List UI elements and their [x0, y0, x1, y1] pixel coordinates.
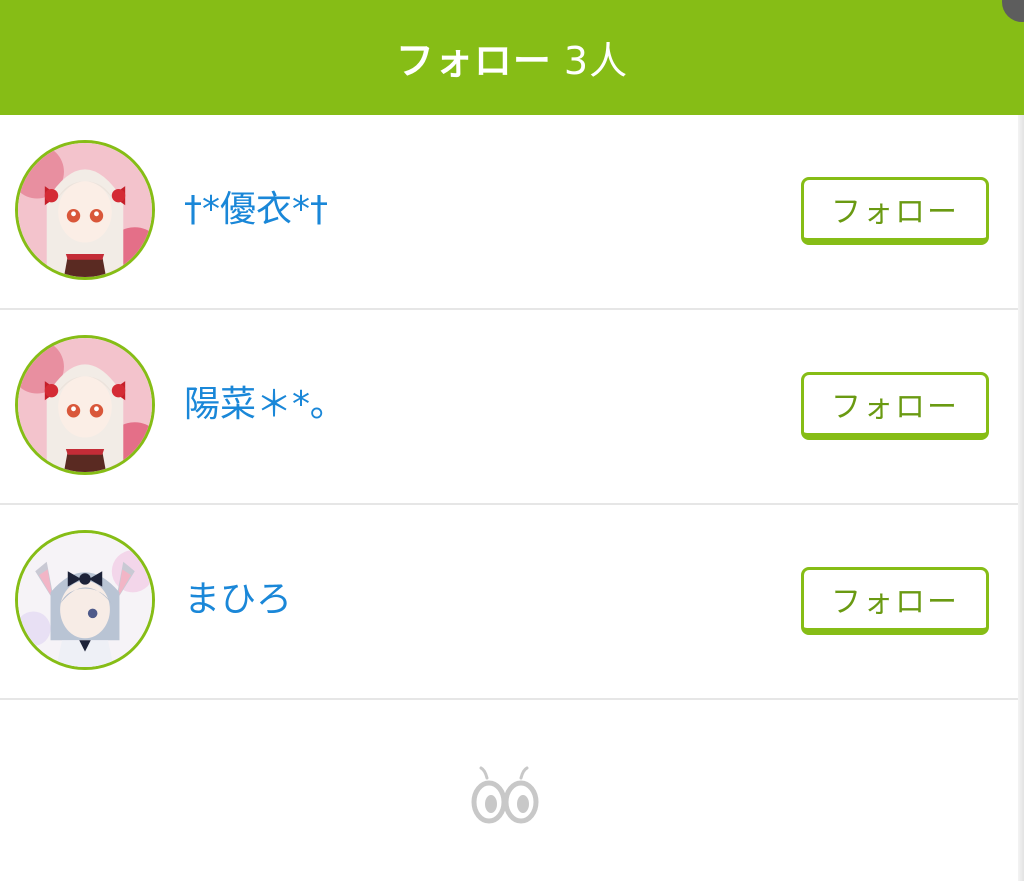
follow-list: †*優衣*† フォロー 陽菜＊*｡ フォロー まひろ フォロー [0, 115, 1018, 700]
username[interactable]: まひろ [184, 577, 292, 623]
username[interactable]: 陽菜＊*｡ [184, 382, 328, 428]
page-title: フォロー [395, 39, 552, 83]
avatar[interactable] [15, 335, 155, 475]
eyes-loading-icon [469, 766, 541, 826]
avatar[interactable] [15, 140, 155, 280]
avatar-icon [18, 338, 152, 472]
avatar-icon [18, 143, 152, 277]
username[interactable]: †*優衣*† [184, 187, 328, 233]
list-item[interactable]: †*優衣*† フォロー [0, 115, 1018, 310]
follow-button[interactable]: フォロー [801, 372, 989, 440]
list-item[interactable]: まひろ フォロー [0, 505, 1018, 700]
follow-button[interactable]: フォロー [801, 567, 989, 635]
list-item[interactable]: 陽菜＊*｡ フォロー [0, 310, 1018, 505]
follow-list-screen: フォロー 3人 †*優衣*† フォロー 陽菜＊*｡ フォロー まひろ フォロー [0, 0, 1024, 881]
header-bar: フォロー 3人 [0, 0, 1024, 115]
right-edge-shadow [1018, 115, 1024, 881]
follow-button[interactable]: フォロー [801, 177, 989, 245]
avatar-icon [18, 533, 152, 667]
avatar[interactable] [15, 530, 155, 670]
follow-count: 3人 [563, 39, 629, 83]
